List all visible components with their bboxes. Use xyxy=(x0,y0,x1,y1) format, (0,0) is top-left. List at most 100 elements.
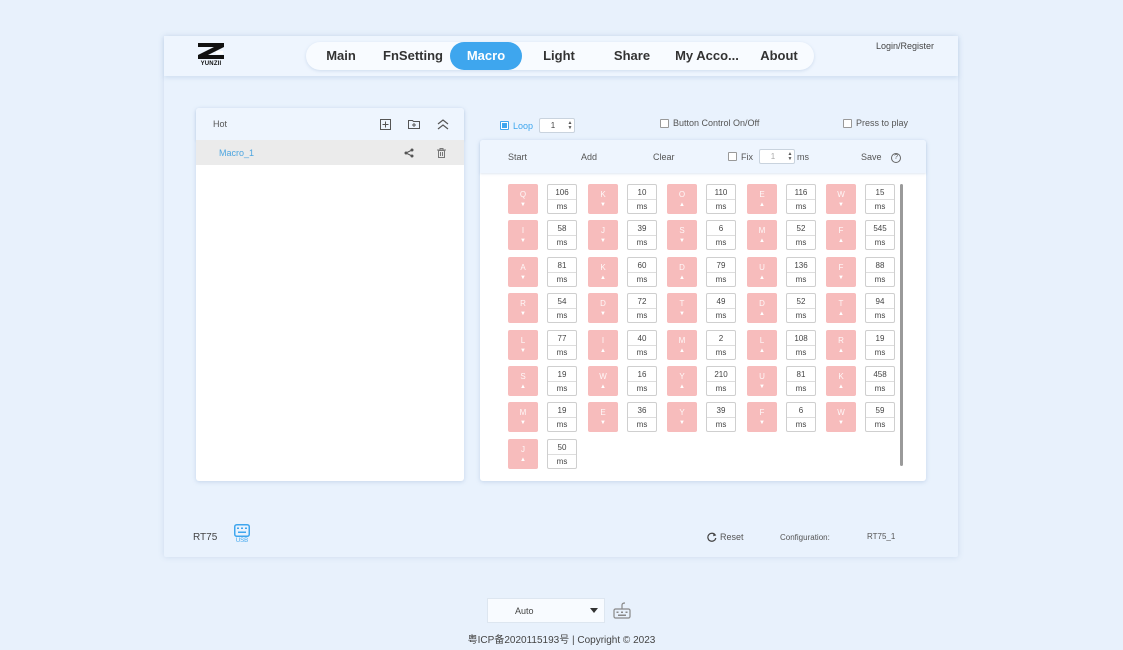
macro-key-step[interactable]: U ▼ xyxy=(747,366,777,396)
delay-input[interactable]: 59 ms xyxy=(865,402,895,432)
nav-tab-about[interactable]: About xyxy=(746,42,812,70)
delay-value[interactable]: 49 xyxy=(707,294,735,309)
macro-key-step[interactable]: T ▲ xyxy=(826,293,856,323)
fix-delay-value[interactable]: 1 xyxy=(760,152,786,161)
configuration-value[interactable]: RT75_1 xyxy=(867,532,895,541)
delay-input[interactable]: 40 ms xyxy=(627,330,657,360)
loop-count-stepper[interactable]: 1 ▲ ▼ xyxy=(539,118,576,133)
delay-input[interactable]: 58 ms xyxy=(547,220,577,250)
macro-key-step[interactable]: I ▼ xyxy=(508,220,538,250)
delay-input[interactable]: 15 ms xyxy=(865,184,895,214)
macro-key-step[interactable]: O ▲ xyxy=(667,184,697,214)
delay-value[interactable]: 10 xyxy=(628,185,656,200)
delay-input[interactable]: 108 ms xyxy=(786,330,816,360)
delay-input[interactable]: 106 ms xyxy=(547,184,577,214)
delay-input[interactable]: 10 ms xyxy=(627,184,657,214)
delay-value[interactable]: 81 xyxy=(548,258,576,273)
delay-value[interactable]: 77 xyxy=(548,331,576,346)
macro-key-step[interactable]: L ▲ xyxy=(747,330,777,360)
delay-input[interactable]: 72 ms xyxy=(627,293,657,323)
delay-input[interactable]: 2 ms xyxy=(706,330,736,360)
import-folder-icon[interactable] xyxy=(407,117,421,131)
delay-value[interactable]: 52 xyxy=(787,294,815,309)
delay-input[interactable]: 19 ms xyxy=(547,402,577,432)
delay-input[interactable]: 116 ms xyxy=(786,184,816,214)
macro-key-step[interactable]: I ▲ xyxy=(588,330,618,360)
delay-value[interactable]: 116 xyxy=(787,185,815,200)
delay-value[interactable]: 39 xyxy=(628,221,656,236)
macro-key-step[interactable]: T ▼ xyxy=(667,293,697,323)
delay-input[interactable]: 110 ms xyxy=(706,184,736,214)
delay-value[interactable]: 36 xyxy=(628,403,656,418)
nav-tab-fnsetting[interactable]: FnSetting xyxy=(376,42,450,70)
delay-input[interactable]: 52 ms xyxy=(786,220,816,250)
delay-value[interactable]: 81 xyxy=(787,367,815,382)
delay-input[interactable]: 94 ms xyxy=(865,293,895,323)
macro-key-step[interactable]: U ▲ xyxy=(747,257,777,287)
delay-value[interactable]: 40 xyxy=(628,331,656,346)
delay-input[interactable]: 39 ms xyxy=(706,402,736,432)
delay-input[interactable]: 19 ms xyxy=(547,366,577,396)
usb-connection[interactable]: USB xyxy=(234,524,250,544)
delay-value[interactable]: 6 xyxy=(787,403,815,418)
macro-key-step[interactable]: Y ▲ xyxy=(667,366,697,396)
delay-input[interactable]: 49 ms xyxy=(706,293,736,323)
delay-value[interactable]: 50 xyxy=(548,440,576,455)
macro-key-step[interactable]: L ▼ xyxy=(508,330,538,360)
loop-count-value[interactable]: 1 xyxy=(540,121,566,130)
delay-value[interactable]: 19 xyxy=(548,403,576,418)
keyboard-icon[interactable] xyxy=(613,602,631,624)
macro-key-step[interactable]: W ▼ xyxy=(826,184,856,214)
delay-input[interactable]: 77 ms xyxy=(547,330,577,360)
delay-input[interactable]: 60 ms xyxy=(627,257,657,287)
macro-key-step[interactable]: S ▼ xyxy=(667,220,697,250)
macro-key-step[interactable]: J ▼ xyxy=(588,220,618,250)
delay-value[interactable]: 52 xyxy=(787,221,815,236)
macro-key-step[interactable]: M ▲ xyxy=(747,220,777,250)
delay-value[interactable]: 210 xyxy=(707,367,735,382)
delay-value[interactable]: 60 xyxy=(628,258,656,273)
delay-value[interactable]: 59 xyxy=(866,403,894,418)
loop-checkbox[interactable] xyxy=(500,121,509,130)
macro-key-step[interactable]: W ▼ xyxy=(826,402,856,432)
login-register-link[interactable]: Login/Register xyxy=(876,41,934,51)
nav-tab-main[interactable]: Main xyxy=(306,42,376,70)
delay-input[interactable]: 79 ms xyxy=(706,257,736,287)
fix-delay-stepper[interactable]: 1 ▲ ▼ xyxy=(759,149,795,164)
start-button[interactable]: Start xyxy=(508,152,527,162)
delay-value[interactable]: 39 xyxy=(707,403,735,418)
help-icon[interactable]: ? xyxy=(891,152,902,163)
delay-value[interactable]: 58 xyxy=(548,221,576,236)
macro-key-step[interactable]: E ▼ xyxy=(588,402,618,432)
macro-key-step[interactable]: Q ▼ xyxy=(508,184,538,214)
fix-checkbox[interactable] xyxy=(728,152,737,161)
delay-value[interactable]: 2 xyxy=(707,331,735,346)
macro-key-step[interactable]: R ▼ xyxy=(508,293,538,323)
delay-input[interactable]: 39 ms xyxy=(627,220,657,250)
macro-key-step[interactable]: D ▼ xyxy=(588,293,618,323)
macro-key-step[interactable]: K ▼ xyxy=(588,184,618,214)
yunzii-logo[interactable]: YUNZII xyxy=(194,42,228,72)
macro-list-item[interactable]: Macro_1 xyxy=(196,140,464,165)
delay-input[interactable]: 81 ms xyxy=(547,257,577,287)
delay-value[interactable]: 19 xyxy=(548,367,576,382)
delay-input[interactable]: 6 ms xyxy=(706,220,736,250)
nav-tab-my-account[interactable]: My Acco... xyxy=(668,42,746,70)
delay-value[interactable]: 16 xyxy=(628,367,656,382)
delay-value[interactable]: 54 xyxy=(548,294,576,309)
delay-value[interactable]: 19 xyxy=(866,331,894,346)
stepper-arrows-icon[interactable]: ▲ ▼ xyxy=(566,120,574,131)
macro-key-step[interactable]: F ▼ xyxy=(747,402,777,432)
delay-value[interactable]: 72 xyxy=(628,294,656,309)
delay-value[interactable]: 94 xyxy=(866,294,894,309)
collapse-up-icon[interactable] xyxy=(436,117,450,131)
macro-key-step[interactable]: D ▲ xyxy=(747,293,777,323)
steps-scrollbar[interactable] xyxy=(900,184,903,466)
macro-key-step[interactable]: Y ▼ xyxy=(667,402,697,432)
macro-key-step[interactable]: E ▲ xyxy=(747,184,777,214)
delay-input[interactable]: 50 ms xyxy=(547,439,577,469)
delay-value[interactable]: 545 xyxy=(866,221,894,236)
press-to-play-checkbox[interactable] xyxy=(842,118,852,128)
delay-input[interactable]: 16 ms xyxy=(627,366,657,396)
clear-button[interactable]: Clear xyxy=(653,152,675,162)
